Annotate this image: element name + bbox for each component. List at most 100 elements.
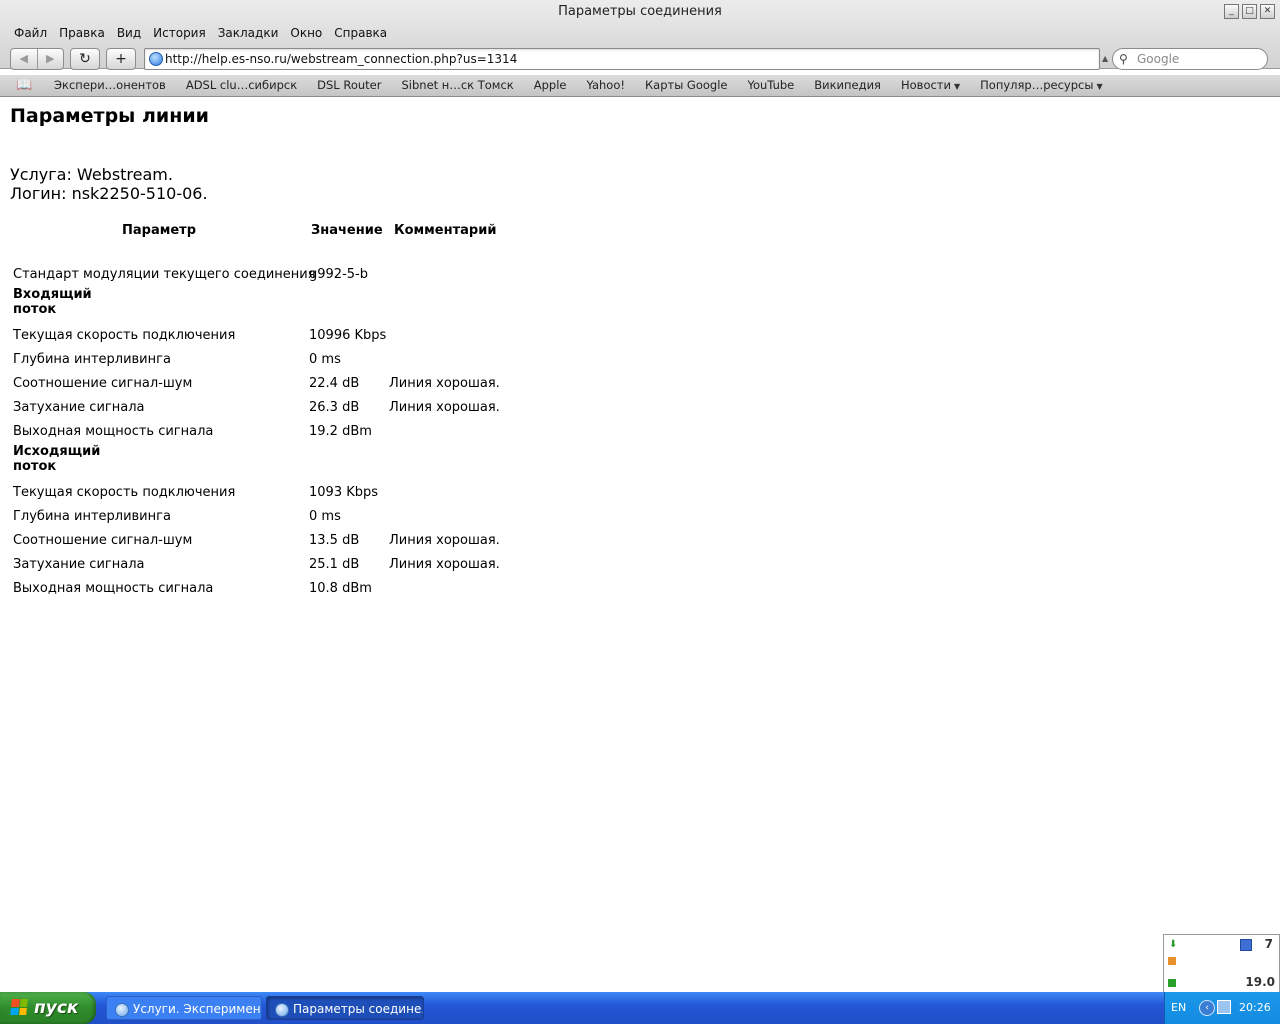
window-title: Параметры соединения	[558, 4, 722, 19]
bookmark-9[interactable]: Википедия	[804, 78, 891, 92]
header-value: Значение	[311, 223, 383, 238]
row-value: 0 ms	[309, 352, 341, 367]
menu-bar: Файл Правка Вид История Закладки Окно Сп…	[8, 24, 393, 42]
task-connection-params[interactable]: Параметры соедине…	[266, 996, 424, 1020]
reload-icon: ↻	[79, 51, 91, 67]
row-label: Глубина интерливинга	[13, 352, 171, 367]
globe-icon	[149, 52, 163, 66]
row-value: 26.3 dB	[309, 400, 360, 415]
row-value: 10.8 dBm	[309, 581, 372, 596]
task-label: Услуги. Эксперимен…	[133, 1002, 262, 1016]
row-label: Соотношение сигнал-шум	[13, 376, 193, 391]
search-input[interactable]	[1137, 49, 1261, 69]
row-label: Затухание сигнала	[13, 400, 145, 415]
close-button[interactable]: ✕	[1260, 4, 1275, 19]
row-value: 1093 Kbps	[309, 485, 379, 500]
browser-icon	[115, 1003, 129, 1017]
row-value: 0 ms	[309, 509, 341, 524]
nav-buttons: ◀ ▶	[10, 48, 64, 70]
bookmarks-book-icon[interactable]: 📖	[16, 78, 32, 93]
search-icon: ⚲	[1119, 52, 1128, 66]
bookmark-10-label: Новости	[900, 78, 951, 92]
tray-popup-widget[interactable]: ⬇ 7 19.0	[1163, 934, 1280, 992]
address-bar[interactable]	[144, 48, 1100, 70]
row-comment: Линия хорошая.	[389, 533, 500, 548]
row-label: Текущая скорость подключения	[13, 485, 236, 500]
menu-edit[interactable]: Правка	[53, 24, 111, 42]
bookmark-4[interactable]: Sibnet н…ск Томск	[391, 78, 523, 92]
row-value: 10996 Kbps	[309, 328, 387, 343]
start-button[interactable]: пуск	[0, 992, 96, 1024]
page-content: Параметры линии Услуга: Webstream. Логин…	[0, 97, 1280, 992]
menu-view[interactable]: Вид	[111, 24, 147, 42]
row-value: 22.4 dB	[309, 376, 360, 391]
forward-button[interactable]: ▶	[36, 49, 64, 69]
row-comment: Линия хорошая.	[389, 557, 500, 572]
menu-window[interactable]: Окно	[284, 24, 328, 42]
bookmarks-list: Экспери…онентов ADSL clu…сибирск DSL Rou…	[44, 78, 1113, 92]
downstream-heading: Входящий поток	[13, 287, 92, 317]
network-icon	[1240, 939, 1252, 951]
chevron-down-icon: ▼	[1096, 82, 1103, 91]
bookmark-5[interactable]: Apple	[524, 78, 577, 92]
minimize-button[interactable]: _	[1224, 4, 1239, 19]
bookmark-1[interactable]: Экспери…онентов	[44, 78, 176, 92]
bookmark-8[interactable]: YouTube	[737, 78, 804, 92]
status-green-icon	[1168, 979, 1176, 987]
bookmark-11-menu[interactable]: Популяр…ресурсы ▼	[970, 78, 1112, 92]
plus-icon: +	[115, 51, 127, 67]
menu-bookmarks[interactable]: Закладки	[212, 24, 285, 42]
widget-value-bottom: 19.0	[1245, 975, 1275, 989]
row-label: Выходная мощность сигнала	[13, 424, 214, 439]
row-value: 19.2 dBm	[309, 424, 372, 439]
service-line: Услуга: Webstream.	[10, 165, 173, 184]
header-comment: Комментарий	[394, 223, 497, 238]
back-button[interactable]: ◀	[11, 49, 37, 69]
start-label: пуск	[34, 998, 79, 1018]
login-line: Логин: nsk2250-510-06.	[10, 184, 208, 203]
row-label: Выходная мощность сигнала	[13, 581, 214, 596]
search-box[interactable]: ⚲	[1112, 48, 1268, 70]
url-dropdown-icon[interactable]: ▲	[1102, 54, 1108, 63]
row-label: Соотношение сигнал-шум	[13, 533, 193, 548]
row-value: 13.5 dB	[309, 533, 360, 548]
taskbar: пуск Услуги. Эксперимен… Параметры соеди…	[0, 992, 1280, 1024]
network-tray-icon[interactable]	[1217, 1000, 1231, 1014]
maximize-button[interactable]: □	[1242, 4, 1257, 19]
menu-help[interactable]: Справка	[328, 24, 393, 42]
bookmark-11-label: Популяр…ресурсы	[980, 78, 1094, 92]
bookmarks-bar: 📖 Экспери…онентов ADSL clu…сибирск DSL R…	[0, 75, 1280, 97]
chevron-left-icon[interactable]: ‹	[1199, 1000, 1215, 1016]
row-value: 25.1 dB	[309, 557, 360, 572]
window-controls: _ □ ✕	[1224, 4, 1275, 19]
bookmark-10-menu[interactable]: Новости ▼	[891, 78, 970, 92]
bookmark-7[interactable]: Карты Google	[635, 78, 738, 92]
system-tray: EN ‹ 20:26	[1164, 992, 1280, 1024]
language-indicator[interactable]: EN	[1171, 1001, 1186, 1014]
browser-icon	[275, 1003, 289, 1017]
add-bookmark-button[interactable]: +	[106, 48, 136, 70]
header-param: Параметр	[122, 223, 197, 238]
browser-window: Параметры соединения _ □ ✕ Файл Правка В…	[0, 0, 1280, 992]
row-comment: Линия хорошая.	[389, 376, 500, 391]
modulation-value: g992-5-b	[309, 267, 368, 282]
download-arrow-icon: ⬇	[1169, 939, 1178, 950]
bookmark-2[interactable]: ADSL clu…сибирск	[176, 78, 307, 92]
url-input[interactable]	[165, 49, 1085, 69]
page-title: Параметры линии	[10, 105, 209, 127]
widget-value-top: 7	[1264, 937, 1273, 951]
modulation-label: Стандарт модуляции текущего соединения	[13, 267, 316, 282]
task-label: Параметры соедине…	[293, 1002, 424, 1016]
status-orange-icon	[1168, 957, 1176, 965]
bookmark-3[interactable]: DSL Router	[307, 78, 391, 92]
bookmark-6[interactable]: Yahoo!	[577, 78, 635, 92]
windows-flag-icon	[10, 999, 28, 1015]
upstream-heading: Исходящий поток	[13, 444, 101, 474]
menu-history[interactable]: История	[147, 24, 212, 42]
menu-file[interactable]: Файл	[8, 24, 53, 42]
reload-button[interactable]: ↻	[70, 48, 100, 70]
title-bar: Параметры соединения _ □ ✕ Файл Правка В…	[0, 0, 1280, 70]
task-services[interactable]: Услуги. Эксперимен…	[106, 996, 262, 1020]
chevron-down-icon: ▼	[953, 82, 961, 91]
row-label: Затухание сигнала	[13, 557, 145, 572]
